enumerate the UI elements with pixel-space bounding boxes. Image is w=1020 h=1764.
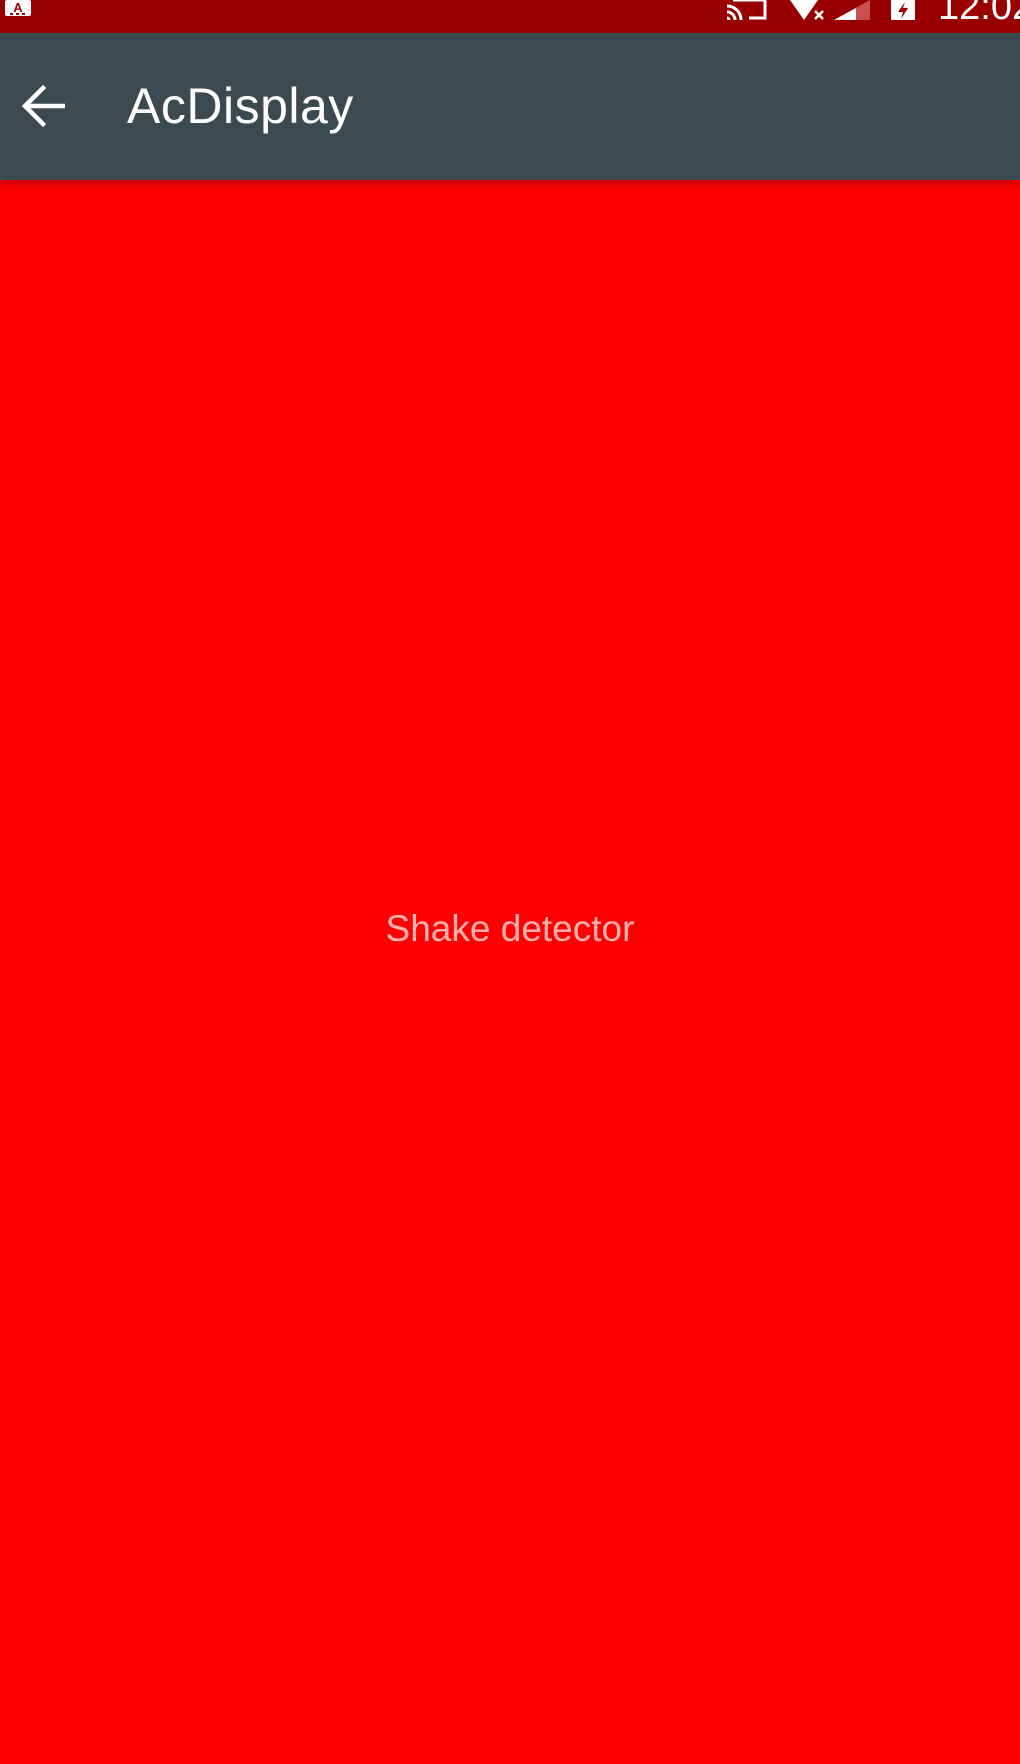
arrow-back-icon [21, 84, 65, 128]
signal-icon [834, 0, 870, 27]
status-bar: A 12:0 [0, 0, 1020, 33]
cast-icon [725, 0, 769, 27]
toolbar: AcDisplay [0, 33, 1020, 180]
shake-detector-label: Shake detector [385, 908, 635, 949]
status-time: 12:02 [938, 0, 1020, 28]
wifi-off-icon [790, 0, 828, 27]
content-area[interactable]: Shake detector [0, 180, 1020, 1764]
screen: A 12:0 AcDisplay Shake detector [0, 0, 1020, 1764]
svg-text:A: A [13, 0, 23, 15]
battery-charging-icon [890, 0, 916, 27]
back-button[interactable] [10, 73, 76, 139]
toolbar-title: AcDisplay [127, 78, 354, 134]
app-notification-icon: A [4, 0, 32, 18]
